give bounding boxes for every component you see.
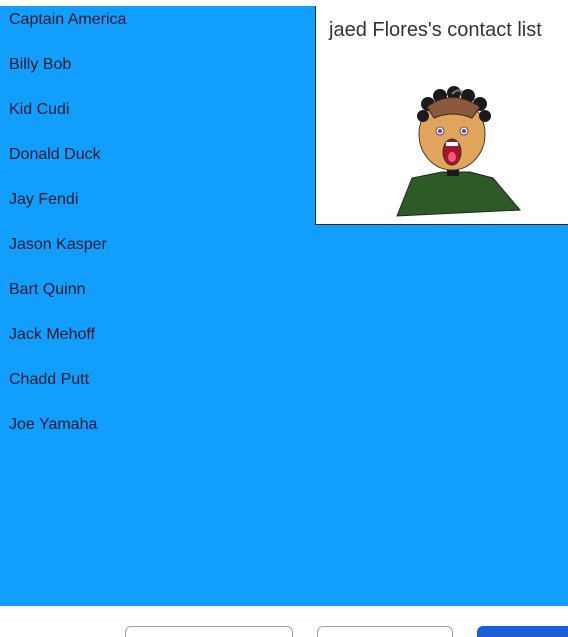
contact-app: Captain America Billy Bob Kid Cudi Donal… [0,0,568,637]
contact-item[interactable]: Bart Quinn [9,281,85,299]
contact-item[interactable]: Jay Fendi [9,191,78,209]
footer-button-2[interactable] [317,626,453,637]
contact-item[interactable]: Billy Bob [9,56,71,74]
contact-item[interactable]: Captain America [9,11,126,29]
contact-item[interactable]: Jack Mehoff [9,326,95,344]
contact-item[interactable]: Donald Duck [9,146,101,164]
contact-item[interactable]: Joe Yamaha [9,416,97,434]
avatar-illustration [396,86,522,217]
contact-item[interactable]: Chadd Putt [9,371,89,389]
footer-button-1[interactable] [125,626,293,637]
contact-card: jaed Flores's contact list [315,6,568,225]
contact-item[interactable]: Kid Cudi [9,101,69,119]
footer-button-primary[interactable] [477,626,568,637]
footer-bar [0,606,568,637]
contact-item[interactable]: Jason Kasper [9,236,107,254]
card-title: jaed Flores's contact list [329,19,542,41]
